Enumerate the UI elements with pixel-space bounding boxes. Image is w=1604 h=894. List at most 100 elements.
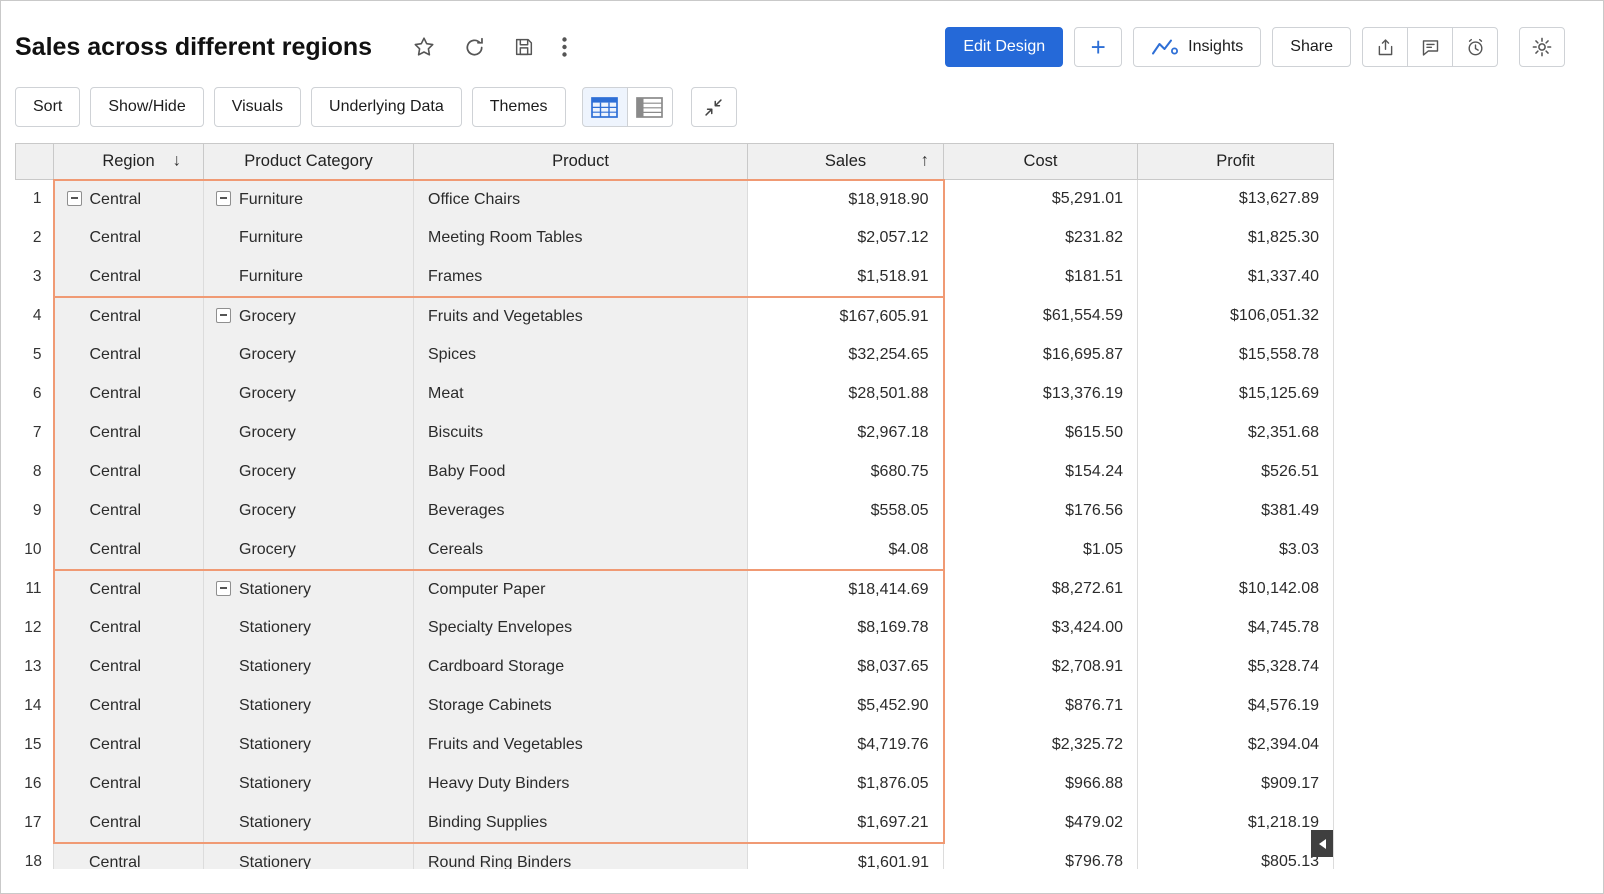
profit-cell[interactable]: $10,142.08 (1138, 570, 1334, 609)
region-cell[interactable]: Central (54, 258, 204, 297)
export-icon[interactable] (1362, 27, 1408, 67)
product-cell[interactable]: Frames (414, 258, 748, 297)
region-cell[interactable]: Central (54, 453, 204, 492)
product-cell[interactable]: Fruits and Vegetables (414, 297, 748, 336)
product-cell[interactable]: Office Chairs (414, 180, 748, 219)
category-cell[interactable]: Stationery (204, 804, 414, 843)
region-cell[interactable]: Central (54, 726, 204, 765)
save-icon[interactable] (513, 36, 535, 58)
product-cell[interactable]: Storage Cabinets (414, 687, 748, 726)
region-cell[interactable]: Central (54, 609, 204, 648)
profit-cell[interactable]: $2,394.04 (1138, 726, 1334, 765)
sales-cell[interactable]: $1,697.21 (748, 804, 944, 843)
sales-cell[interactable]: $4.08 (748, 531, 944, 570)
product-cell[interactable]: Meeting Room Tables (414, 219, 748, 258)
profit-cell[interactable]: $15,558.78 (1138, 336, 1334, 375)
category-cell[interactable]: Furniture (204, 180, 414, 219)
profit-cell[interactable]: $3.03 (1138, 531, 1334, 570)
scroll-left-arrow[interactable] (1311, 830, 1333, 857)
product-cell[interactable]: Cereals (414, 531, 748, 570)
profit-cell[interactable]: $1,218.19 (1138, 804, 1334, 843)
profit-cell[interactable]: $909.17 (1138, 765, 1334, 804)
cost-cell[interactable]: $1.05 (944, 531, 1138, 570)
comment-icon[interactable] (1407, 27, 1453, 67)
cost-cell[interactable]: $615.50 (944, 414, 1138, 453)
profit-cell[interactable]: $805.13 (1138, 843, 1334, 870)
region-cell[interactable]: Central (54, 687, 204, 726)
profit-cell[interactable]: $1,337.40 (1138, 258, 1334, 297)
profit-cell[interactable]: $5,328.74 (1138, 648, 1334, 687)
profit-cell[interactable]: $4,745.78 (1138, 609, 1334, 648)
region-cell[interactable]: Central (54, 843, 204, 870)
product-cell[interactable]: Beverages (414, 492, 748, 531)
sales-cell[interactable]: $8,169.78 (748, 609, 944, 648)
category-cell[interactable]: Grocery (204, 336, 414, 375)
product-cell[interactable]: Binding Supplies (414, 804, 748, 843)
product-cell[interactable]: Round Ring Binders (414, 843, 748, 870)
cost-cell[interactable]: $61,554.59 (944, 297, 1138, 336)
table-view-icon[interactable] (582, 87, 628, 127)
region-cell[interactable]: Central (54, 375, 204, 414)
profit-cell[interactable]: $15,125.69 (1138, 375, 1334, 414)
profit-cell[interactable]: $4,576.19 (1138, 687, 1334, 726)
profit-cell[interactable]: $381.49 (1138, 492, 1334, 531)
region-cell[interactable]: Central (54, 297, 204, 336)
sales-cell[interactable]: $4,719.76 (748, 726, 944, 765)
sort-button[interactable]: Sort (15, 87, 80, 127)
region-cell[interactable]: Central (54, 765, 204, 804)
column-header-region[interactable]: Region ↓ (54, 144, 204, 180)
product-cell[interactable]: Spices (414, 336, 748, 375)
cost-cell[interactable]: $876.71 (944, 687, 1138, 726)
sales-cell[interactable]: $2,967.18 (748, 414, 944, 453)
region-cell[interactable]: Central (54, 219, 204, 258)
category-cell[interactable]: Furniture (204, 219, 414, 258)
category-cell[interactable]: Grocery (204, 297, 414, 336)
profit-cell[interactable]: $106,051.32 (1138, 297, 1334, 336)
sales-cell[interactable]: $167,605.91 (748, 297, 944, 336)
column-header-category[interactable]: Product Category (204, 144, 414, 180)
product-cell[interactable]: Biscuits (414, 414, 748, 453)
product-cell[interactable]: Heavy Duty Binders (414, 765, 748, 804)
sales-cell[interactable]: $5,452.90 (748, 687, 944, 726)
cost-cell[interactable]: $8,272.61 (944, 570, 1138, 609)
cost-cell[interactable]: $181.51 (944, 258, 1138, 297)
settings-gear-icon[interactable] (1519, 27, 1565, 67)
sales-cell[interactable]: $1,601.91 (748, 843, 944, 870)
product-cell[interactable]: Cardboard Storage (414, 648, 748, 687)
cost-cell[interactable]: $154.24 (944, 453, 1138, 492)
cost-cell[interactable]: $2,325.72 (944, 726, 1138, 765)
column-header-sales[interactable]: Sales ↑ (748, 144, 944, 180)
region-cell[interactable]: Central (54, 804, 204, 843)
alert-icon[interactable] (1452, 27, 1498, 67)
product-cell[interactable]: Specialty Envelopes (414, 609, 748, 648)
cost-cell[interactable]: $13,376.19 (944, 375, 1138, 414)
category-cell[interactable]: Grocery (204, 531, 414, 570)
sort-descending-icon[interactable]: ↓ (173, 151, 182, 171)
category-cell[interactable]: Grocery (204, 375, 414, 414)
edit-design-button[interactable]: Edit Design (945, 27, 1063, 67)
sales-cell[interactable]: $680.75 (748, 453, 944, 492)
region-cell[interactable]: Central (54, 336, 204, 375)
product-cell[interactable]: Baby Food (414, 453, 748, 492)
insights-button[interactable]: Insights (1133, 27, 1261, 67)
region-cell[interactable]: Central (54, 570, 204, 609)
collapse-toolbar-icon[interactable] (691, 87, 737, 127)
region-cell[interactable]: Central (54, 648, 204, 687)
cost-cell[interactable]: $5,291.01 (944, 180, 1138, 219)
region-cell[interactable]: Central (54, 531, 204, 570)
category-cell[interactable]: Grocery (204, 453, 414, 492)
category-cell[interactable]: Grocery (204, 492, 414, 531)
cost-cell[interactable]: $231.82 (944, 219, 1138, 258)
refresh-icon[interactable] (463, 36, 486, 59)
visuals-button[interactable]: Visuals (214, 87, 301, 127)
underlying-data-button[interactable]: Underlying Data (311, 87, 462, 127)
sales-cell[interactable]: $8,037.65 (748, 648, 944, 687)
profit-cell[interactable]: $1,825.30 (1138, 219, 1334, 258)
category-cell[interactable]: Stationery (204, 765, 414, 804)
show-hide-button[interactable]: Show/Hide (90, 87, 203, 127)
collapse-minus-icon[interactable] (216, 191, 231, 206)
cost-cell[interactable]: $16,695.87 (944, 336, 1138, 375)
region-cell[interactable]: Central (54, 414, 204, 453)
product-cell[interactable]: Meat (414, 375, 748, 414)
category-cell[interactable]: Stationery (204, 648, 414, 687)
